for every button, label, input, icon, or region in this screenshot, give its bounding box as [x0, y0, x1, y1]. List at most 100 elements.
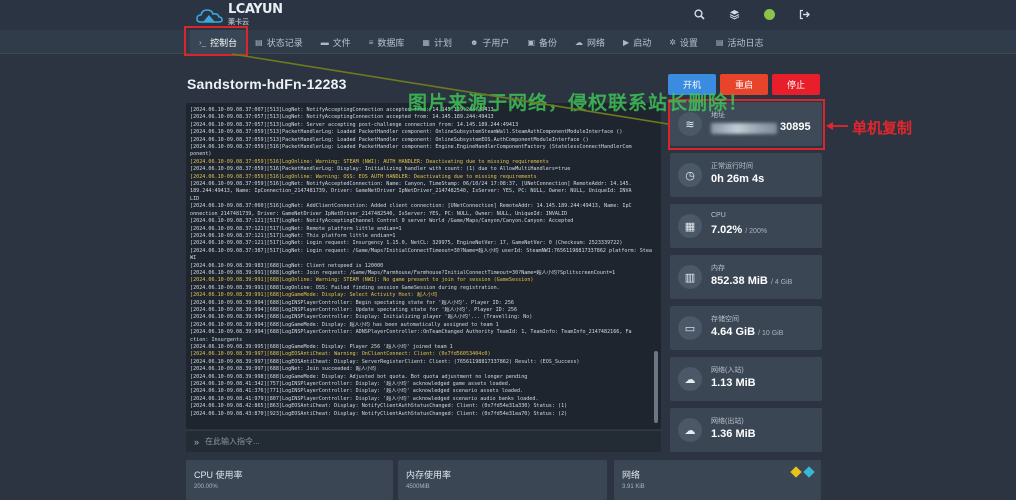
layers-icon[interactable] — [728, 8, 741, 21]
console-line: [2024.06.10-09.08.37:121][517]LogNet: Th… — [190, 232, 396, 239]
console-line: [2024.06.10-09.08.39:994][688]LogGameMod… — [190, 321, 499, 328]
stat-value-text: 1.36 MiB — [711, 428, 756, 440]
tab-label: 活动日志 — [727, 37, 764, 48]
console-line: [2024.06.10-09.08.39:983][688]LogNet: Cl… — [190, 262, 384, 269]
panel-axis-max: 3.91 KiB — [622, 484, 645, 490]
console-line: [2024.06.10-09.08.37:059][516]LogOnline:… — [190, 173, 537, 180]
memory-icon: ▥ — [678, 265, 702, 289]
tab-cloud[interactable]: ☁ 网络 — [566, 30, 614, 54]
console-line: [2024.06.10-09.08.37:057][513]LogNet: Se… — [190, 121, 519, 128]
cloud-upload-icon: ☁ — [678, 418, 702, 442]
console-line: [2024.06.10-09.08.39:991][688]LogGameMod… — [190, 292, 438, 299]
top-bar: LCAYUN 莱卡云 — [0, 0, 1016, 30]
console-line: [2024.06.10-09.08.39:991][688]LogNet: Jo… — [190, 269, 616, 276]
tab-archive[interactable]: ▣ 备份 — [518, 30, 566, 54]
panel-axis-max: 4500MiB — [406, 484, 430, 490]
panel-title: 网络 — [622, 470, 641, 480]
log-icon: ▤ — [715, 37, 724, 47]
console-line: [2024.06.10-09.08.39:997][688]LogEOSAnti… — [190, 358, 580, 365]
console-line: ponent) — [190, 151, 212, 158]
user-avatar[interactable] — [763, 8, 776, 21]
console-line: [2024.06.10-09.08.39:995][688]LogGameMod… — [190, 344, 453, 350]
logout-icon[interactable] — [798, 8, 811, 21]
console-line: [2024.06.10-09.08.37:059][516]LogNet: No… — [190, 181, 632, 188]
search-icon[interactable] — [693, 8, 706, 21]
tab-gear[interactable]: ✲ 设置 — [660, 30, 707, 54]
tab-database[interactable]: ≡ 数据库 — [360, 30, 414, 54]
tab-label: 数据库 — [377, 37, 405, 48]
stat-label: 存储空间 — [711, 316, 739, 323]
users-icon: ☻ — [470, 37, 479, 47]
console-line: 189.244:49413, Name: IpConnection_214748… — [190, 188, 632, 195]
stop-button[interactable]: 停止 — [772, 74, 820, 95]
console-scrollbar[interactable] — [654, 351, 658, 423]
console-line: [2024.06.10-09.08.39:991][688]LogOnline:… — [190, 277, 534, 284]
stat-label: 网络(出站) — [711, 418, 744, 425]
stat-value-text: 7.02% — [711, 224, 743, 236]
tab-chart[interactable]: ▤ 状态记录 — [246, 30, 312, 54]
chevron-right-icon: » — [194, 436, 200, 447]
console-line: [2024.06.10-09.08.37:060][516]LogNet: Ad… — [190, 203, 632, 210]
tab-label: 启动 — [633, 37, 652, 48]
stat-label: 正常运行时间 — [711, 163, 753, 170]
tab-log[interactable]: ▤ 活动日志 — [707, 30, 773, 54]
tab-calendar[interactable]: ▦ 计划 — [413, 30, 461, 54]
console-line: [2024.06.10-09.08.39:994][688]LogINSPlay… — [190, 306, 518, 313]
cloud-icon: ☁ — [575, 37, 584, 47]
stat-card-net_out: ☁ 网络(出站) 1.36 MiB — [670, 408, 822, 452]
console-command-input[interactable] — [205, 437, 636, 446]
panel-title: CPU 使用率 — [194, 470, 243, 480]
cloud-logo-icon — [196, 9, 223, 23]
stat-value: 1.36 MiB — [711, 428, 756, 440]
console-line: [2024.06.10-09.08.39:994][688]LogINSPlay… — [190, 299, 514, 306]
tab-label: 文件 — [332, 37, 351, 48]
stat-value: 0h 26m 4s — [711, 173, 764, 185]
stat-value: 852.38 MiB / 4 GiB — [711, 275, 792, 287]
console-line: [2024.06.10-09.08.41:979][807]LogINSPlay… — [190, 395, 539, 402]
console-line: [2024.06.10-09.08.39:998][688]LogGameMod… — [190, 373, 528, 380]
stat-label: CPU — [711, 212, 726, 219]
stat-card-disk: ▭ 存储空间 4.64 GiB / 10 GiB — [670, 306, 822, 350]
stat-card-net_in: ☁ 网络(入站) 1.13 MiB — [670, 357, 822, 401]
tab-label: 网络 — [587, 37, 606, 48]
console-line: [2024.06.10-09.08.37:387][517]LogNet: Lo… — [190, 247, 652, 254]
stat-card-memory: ▥ 内存 852.38 MiB / 4 GiB — [670, 255, 822, 299]
stat-card-uptime: ◷ 正常运行时间 0h 26m 4s — [670, 153, 822, 197]
console-line: [2024.06.10-09.08.41:342][757]LogINSPlay… — [190, 381, 511, 388]
stat-card-cpu: ▦ CPU 7.02% / 200% — [670, 204, 822, 248]
server-nav: ›_ 控制台 ▤ 状态记录 ▬ 文件 ≡ 数据库 ▦ 计划 ☻ 子用户 ▣ 备份 ☁ 网络 ▶ 启动 ✲ 设置 ▤ 活动日… — [0, 30, 1016, 54]
cpu-usage-panel: CPU 使用率 200.00% — [186, 460, 393, 500]
stat-value: 1.13 MiB — [711, 377, 756, 389]
network-panel: 网络 3.91 KiB — [614, 460, 821, 500]
stat-limit: / 200% — [745, 228, 768, 235]
console-line: ction: Insurgents — [190, 336, 243, 343]
stat-limit: / 10 GiB — [758, 330, 784, 337]
panel-axis-max: 200.00% — [194, 484, 218, 490]
console-line: WI — [190, 255, 197, 262]
inbound-legend-icon — [790, 466, 802, 478]
tab-users[interactable]: ☻ 子用户 — [461, 30, 518, 54]
stat-value-text: 4.64 GiB — [711, 326, 756, 338]
tab-label: 状态记录 — [266, 37, 303, 48]
console-output[interactable]: [2024.06.10-09.08.37:007][513]LogNet: No… — [186, 103, 661, 429]
console-line: [2024.06.10-09.08.37:057][513]LogNet: No… — [190, 114, 494, 121]
gear-icon: ✲ — [669, 37, 676, 47]
annotation-label: 单机复制 — [852, 120, 913, 137]
console-line: [2024.06.10-09.08.37:121][517]LogNet: Re… — [190, 225, 402, 232]
folder-icon: ▬ — [320, 37, 329, 47]
console-line: [2024.06.10-09.08.37:059][516]PacketHand… — [190, 144, 632, 151]
chart-icon: ▤ — [255, 37, 263, 47]
stat-value-text: 1.13 MiB — [711, 377, 756, 389]
watermark-text: 图片来源于网络，侵权联系站长删除！ — [408, 93, 749, 114]
play-icon: ▶ — [623, 37, 630, 47]
tab-label: 设置 — [679, 37, 698, 48]
tab-play[interactable]: ▶ 启动 — [614, 30, 660, 54]
brand-logo[interactable]: LCAYUN 莱卡云 — [196, 3, 283, 28]
archive-icon: ▣ — [527, 37, 535, 47]
console-line: [2024.06.10-09.08.37:059][516]LogOnline:… — [190, 158, 549, 165]
tab-folder[interactable]: ▬ 文件 — [312, 30, 360, 54]
calendar-icon: ▦ — [422, 37, 430, 47]
console-line: [2024.06.10-09.08.39:997][688]LogNet: Jo… — [190, 366, 376, 373]
cloud-download-icon: ☁ — [678, 367, 702, 391]
console-log: [2024.06.10-09.08.37:007][513]LogNet: No… — [190, 107, 652, 421]
